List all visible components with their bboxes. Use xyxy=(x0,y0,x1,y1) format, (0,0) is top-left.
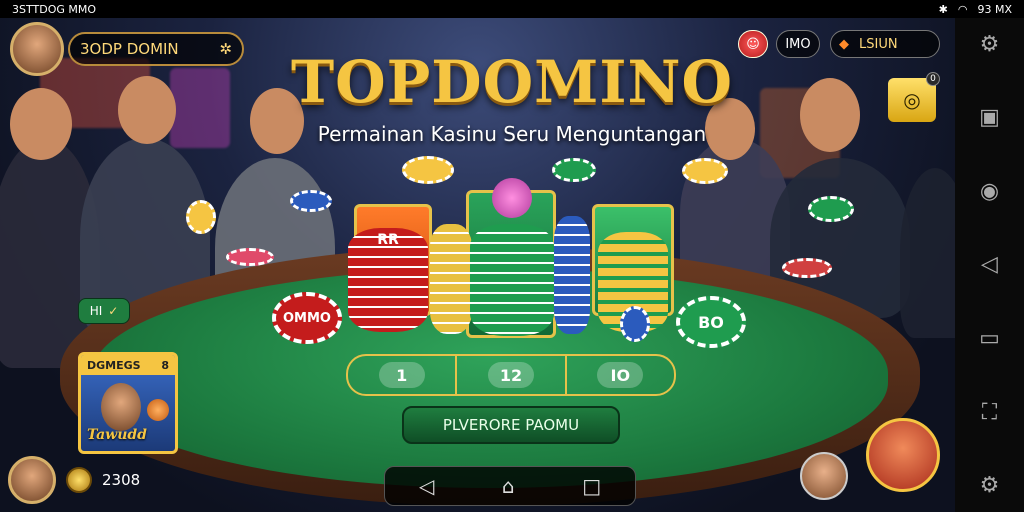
dice-flower-icon xyxy=(492,178,532,218)
flying-chip-gold-right xyxy=(682,158,728,184)
promo-avatar xyxy=(101,383,141,431)
mini-toggle-label: HI xyxy=(89,304,103,318)
bet-zone-2-value: 12 xyxy=(487,362,534,388)
status-right-text: 93 MX xyxy=(977,2,1012,16)
promo-card[interactable]: DGMEGS 8 Tawudd xyxy=(78,352,178,454)
check-icon: ✓ xyxy=(108,304,119,318)
counter-value: IMO xyxy=(785,36,811,52)
promo-badge: 8 xyxy=(161,358,169,372)
bet-zone-1[interactable]: 1 xyxy=(348,356,458,394)
game-subtitle: Permainan Kasinu Seru Menguntangan xyxy=(317,122,707,146)
chip-table-right xyxy=(782,258,832,278)
chip-left-label: OMMO xyxy=(283,310,331,326)
status-right: ✱ ◠ 93 MX xyxy=(939,3,1012,16)
spectator-6 xyxy=(900,168,955,338)
friend-avatar-icon[interactable] xyxy=(800,452,848,500)
bonus-widget[interactable]: ◆ LSIUN xyxy=(830,30,940,58)
square-icon[interactable]: ▣ xyxy=(974,102,1006,134)
nav-recent-icon[interactable]: □ xyxy=(582,474,601,498)
bonus-label: LSIUN xyxy=(859,36,898,52)
bet-zone-3-value: IO xyxy=(597,362,644,388)
player-name-pill[interactable]: 3ODP DOMIN ✲ xyxy=(68,32,244,66)
screenshot-icon[interactable]: ⛶ xyxy=(974,396,1006,428)
user-avatar-icon[interactable] xyxy=(8,456,56,504)
chip-left[interactable]: OMMO xyxy=(272,292,342,344)
chip-stack-green xyxy=(470,224,554,336)
bottom-left-bar: 2308 xyxy=(8,456,140,504)
minus-icon[interactable]: ▭ xyxy=(974,323,1006,355)
mini-toggle-button[interactable]: HI ✓ xyxy=(78,298,130,324)
settings-icon[interactable]: ✲ xyxy=(219,40,232,58)
flying-chip-green xyxy=(552,158,596,182)
bonus-icon: ◆ xyxy=(839,36,849,52)
badge-icon[interactable]: ◉ xyxy=(974,175,1006,207)
chip-right[interactable]: BO xyxy=(676,296,746,348)
chip-stack-yellow xyxy=(430,224,472,334)
hostess-avatar-icon[interactable] xyxy=(866,418,940,492)
avatar-icon[interactable] xyxy=(10,22,64,76)
status-left-text: 3STTDOG MMO xyxy=(12,2,97,16)
settings-icon[interactable]: ⚙ xyxy=(974,470,1006,502)
chip-right-label: BO xyxy=(698,312,724,332)
promo-label: DGMEGS xyxy=(87,358,141,372)
nav-back-icon[interactable]: ◁ xyxy=(419,474,434,498)
bet-zones: 1 12 IO xyxy=(346,354,676,396)
right-nav: ⚙ ▣ ◉ ◁ ▭ ⛶ ⚙ xyxy=(955,18,1024,512)
coin-balance: 2308 xyxy=(102,471,141,489)
counter-widget[interactable]: IMO xyxy=(776,30,820,58)
promo-header: DGMEGS 8 xyxy=(81,355,175,375)
play-button[interactable]: PLVERORE PAOMU xyxy=(402,406,620,444)
promo-chip-icon xyxy=(147,399,169,421)
back-icon[interactable]: ◁ xyxy=(974,249,1006,281)
emoji-icon[interactable]: ☺ xyxy=(738,30,768,58)
player-profile[interactable]: 3ODP DOMIN ✲ xyxy=(10,22,244,76)
chip-stack-blue xyxy=(554,216,590,334)
flying-coin xyxy=(186,200,216,234)
flying-chip-green-right xyxy=(808,196,854,222)
bet-zone-1-value: 1 xyxy=(378,362,425,388)
flying-chip-gold xyxy=(402,156,454,184)
nav-home-icon[interactable]: ⌂ xyxy=(502,474,515,498)
bluetooth-icon: ✱ xyxy=(938,2,948,16)
player-name: 3ODP DOMIN xyxy=(80,40,179,58)
chip-table-pink xyxy=(226,248,274,266)
status-bar: 3STTDOG MMO ✱ ◠ 93 MX xyxy=(0,0,1024,18)
flying-chip-blue xyxy=(290,190,332,212)
chip-stack-label: RR xyxy=(377,232,399,248)
gift-badge: 0 xyxy=(926,72,940,86)
bet-zone-2[interactable]: 12 xyxy=(457,356,567,394)
chip-blue-small xyxy=(620,306,650,342)
promo-caption: Tawudd xyxy=(87,427,147,443)
gear-icon[interactable]: ⚙ xyxy=(974,28,1006,60)
system-nav-bar: ◁ ⌂ □ xyxy=(384,466,636,506)
bet-zone-3[interactable]: IO xyxy=(567,356,674,394)
wifi-icon: ◠ xyxy=(957,2,968,16)
coin-icon xyxy=(66,467,92,493)
